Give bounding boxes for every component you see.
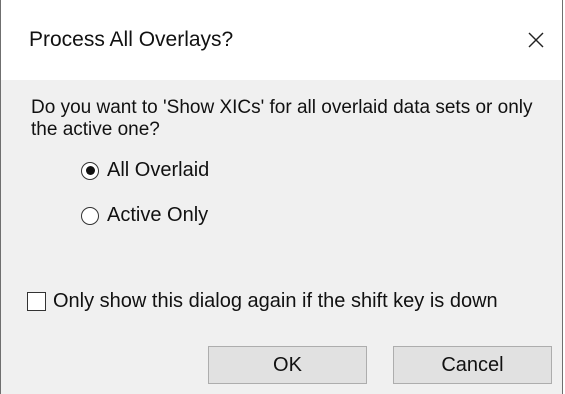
radio-button-unselected[interactable] <box>81 206 99 225</box>
radio-label-all-overlaid: All Overlaid <box>107 159 210 181</box>
radio-button-selected[interactable] <box>81 161 99 180</box>
process-all-overlays-dialog: Process All Overlays? Do you want to 'Sh… <box>0 0 563 394</box>
dialog-body: Do you want to 'Show XICs' for all overl… <box>1 80 562 394</box>
close-icon <box>528 32 544 48</box>
dialog-title: Process All Overlays? <box>29 28 234 51</box>
radio-all-overlaid[interactable]: All Overlaid <box>81 159 209 182</box>
prompt-text: Do you want to 'Show XICs' for all overl… <box>31 97 533 140</box>
title-bar: Process All Overlays? <box>1 0 562 80</box>
radio-label-active-only: Active Only <box>107 204 209 226</box>
close-button[interactable] <box>514 18 558 62</box>
ok-button[interactable]: OK <box>208 346 367 384</box>
checkbox-label: Only show this dialog again if the shift… <box>53 290 498 312</box>
shift-key-checkbox[interactable] <box>27 292 46 311</box>
cancel-button[interactable]: Cancel <box>393 346 552 384</box>
radio-active-only[interactable]: Active Only <box>81 204 208 227</box>
shift-key-checkbox-row[interactable]: Only show this dialog again if the shift… <box>27 290 498 313</box>
